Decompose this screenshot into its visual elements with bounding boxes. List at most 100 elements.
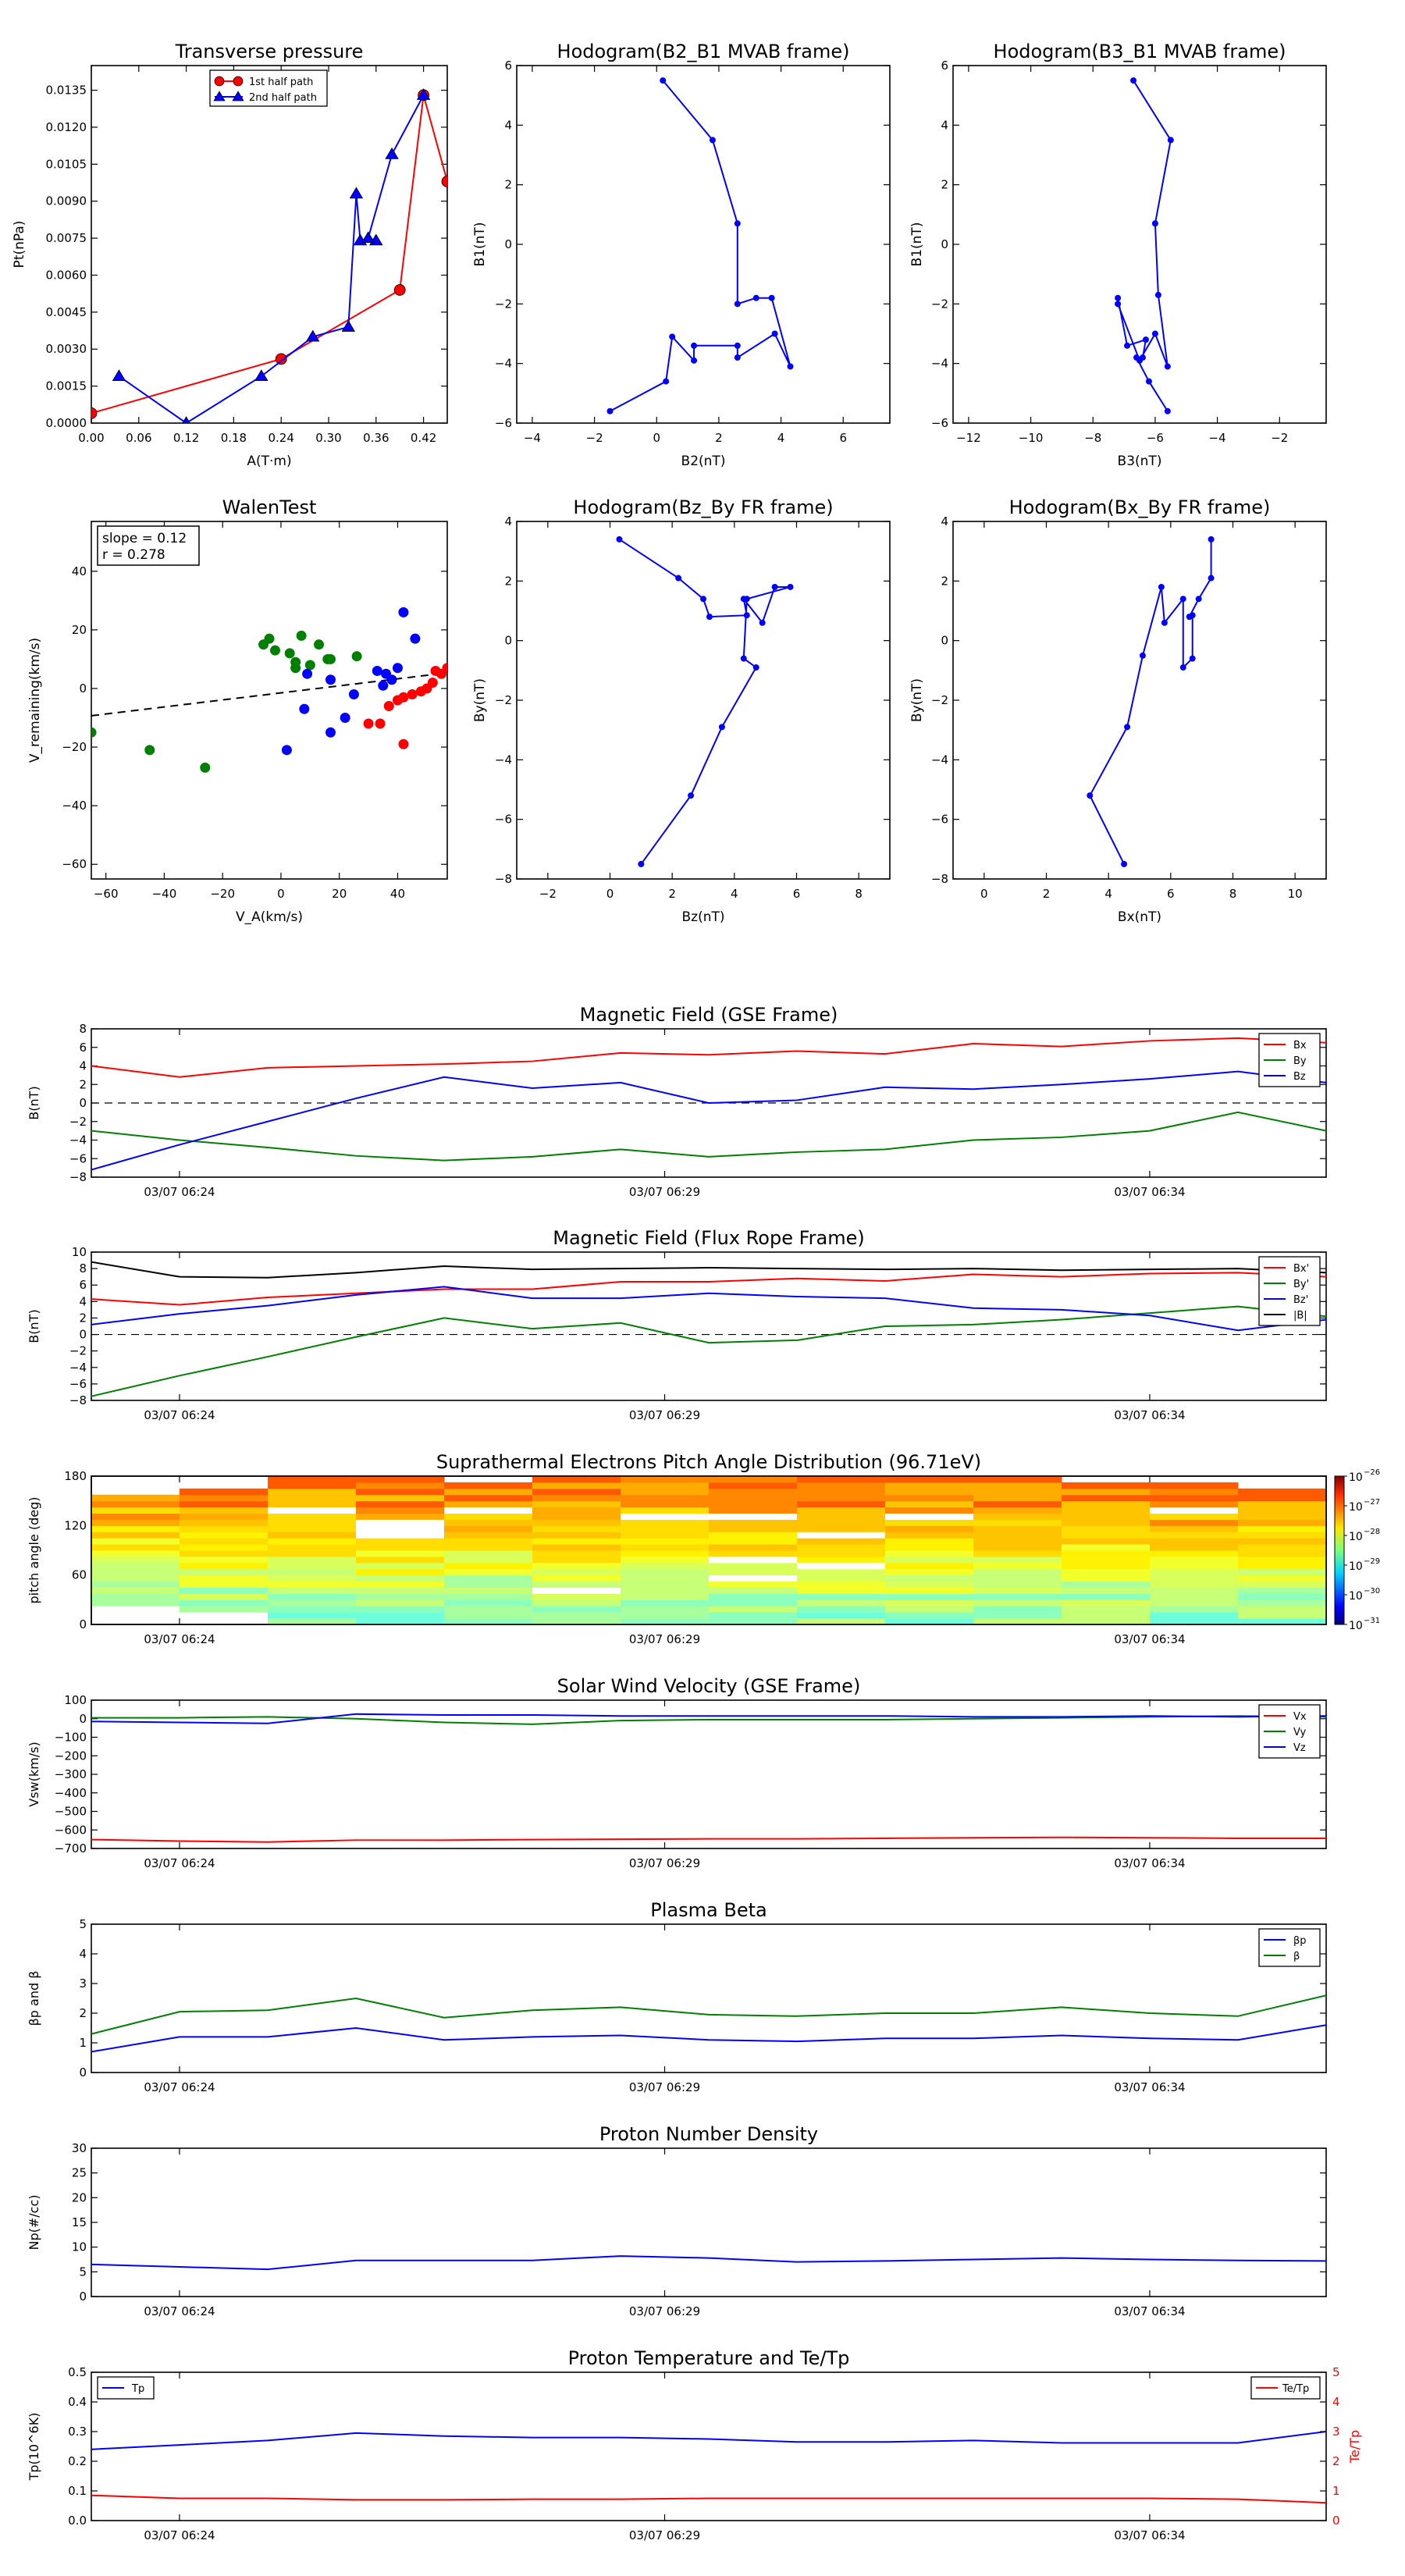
heatmap-cell (973, 1550, 1062, 1557)
heatmap-cell (797, 1581, 886, 1588)
heatmap-cell (180, 1544, 269, 1551)
y-tick-label-right: 3 (1332, 2425, 1340, 2439)
heatmap-cell (1150, 1612, 1239, 1619)
y-tick-label: 20 (72, 2190, 87, 2204)
heatmap-cell (444, 1532, 533, 1539)
data-point (302, 668, 313, 679)
data-point (787, 363, 794, 370)
heatmap-cell (1238, 1494, 1327, 1502)
x-tick-label: 0 (277, 887, 285, 901)
heatmap-cell (621, 1525, 710, 1532)
heatmap-cell (1062, 1593, 1151, 1600)
heatmap-cell (709, 1482, 798, 1489)
x-tick-label: 03/07 06:24 (144, 2528, 215, 2542)
y-tick-label-right: 4 (1332, 2395, 1340, 2409)
heatmap-cell (1150, 1562, 1239, 1570)
y-axis-label: B(nT) (27, 1309, 41, 1343)
y-tick-label: 3 (79, 1976, 87, 1991)
heatmap-cell (973, 1574, 1062, 1582)
heatmap-cell (268, 1606, 357, 1613)
heatmap-cell (709, 1519, 798, 1526)
y-tick-label: −6 (69, 1151, 87, 1165)
y-tick-label: −500 (55, 1805, 87, 1819)
series-line (91, 1836, 1326, 1843)
heatmap-cell (268, 1525, 357, 1532)
heatmap-cell (91, 1562, 180, 1570)
heatmap-cell (268, 1513, 357, 1520)
heatmap-cell (1238, 1599, 1327, 1606)
heatmap-cell (797, 1574, 886, 1582)
heatmap-cell (797, 1556, 886, 1564)
data-point (407, 688, 418, 699)
heatmap-cell (180, 1538, 269, 1545)
heatmap-cell (709, 1488, 798, 1496)
heatmap-cell (885, 1593, 974, 1600)
heatmap-cell (444, 1612, 533, 1619)
plot-area (1087, 535, 1215, 867)
heatmap-cell (1150, 1507, 1239, 1514)
legend-label: β (1293, 1951, 1300, 1962)
y-tick-label: −200 (55, 1749, 87, 1763)
heatmap-cell (91, 1494, 180, 1502)
heatmap-cell (268, 1519, 357, 1526)
heatmap-cell (1238, 1507, 1327, 1514)
heatmap-cell (444, 1593, 533, 1600)
y-tick-label: −20 (62, 740, 87, 754)
plot-area (91, 1261, 1326, 1397)
panel-1: Hodogram(B2_B1 MVAB frame) −4 −2 0 2 4 6 −6 −4 −2… (472, 41, 891, 469)
data-point (393, 284, 406, 296)
heatmap-cell (1238, 1550, 1327, 1557)
heatmap-cell (268, 1538, 357, 1545)
y-tick-label: −8 (69, 1170, 87, 1184)
x-tick-label: 03/07 06:29 (629, 1856, 700, 1870)
heatmap-cell (621, 1606, 710, 1613)
y-tick-label: −8 (69, 1393, 87, 1407)
data-point (383, 701, 394, 712)
heatmap-cell (1238, 1593, 1327, 1600)
data-point (752, 294, 759, 301)
data-point (675, 575, 682, 582)
heatmap-cell (356, 1568, 445, 1576)
y-tick-label: 10 (72, 1245, 87, 1259)
heatmap-cell (973, 1488, 1062, 1496)
series-line (91, 1286, 1326, 1332)
heatmap-cell (797, 1612, 886, 1619)
data-point (290, 656, 301, 667)
heatmap-cell (1062, 1538, 1151, 1545)
y-tick-label: 6 (941, 59, 948, 73)
heatmap-cell (885, 1482, 974, 1489)
x-tick-label: 03/07 06:34 (1114, 2080, 1185, 2094)
heatmap-cell (797, 1525, 886, 1532)
heatmap-cell (1062, 1599, 1151, 1606)
y-tick-label: 6 (79, 1278, 87, 1292)
heatmap-cell (621, 1612, 710, 1619)
heatmap-cell (91, 1532, 180, 1539)
data-point (740, 655, 747, 662)
heatmap-cell (532, 1482, 621, 1489)
y-tick-label: −4 (495, 753, 512, 767)
heatmap-cell (973, 1519, 1062, 1526)
data-point (616, 535, 623, 543)
data-point (314, 639, 325, 650)
y-tick-label: 0 (941, 634, 948, 648)
data-point (351, 651, 362, 662)
y-tick-label: 0.2 (68, 2454, 87, 2468)
y-tick-label: 0 (79, 1712, 87, 1726)
data-point (1139, 354, 1146, 361)
data-point (264, 633, 275, 644)
heatmap-cell (885, 1574, 974, 1582)
heatmap-cell (356, 1544, 445, 1551)
x-tick-label: 03/07 06:24 (144, 1856, 215, 1870)
y-axis-label: B(nT) (27, 1086, 41, 1119)
heatmap-cell (1062, 1612, 1151, 1619)
heatmap-cell (180, 1599, 269, 1606)
heatmap-cell (885, 1599, 974, 1606)
heatmap-cell (973, 1500, 1062, 1508)
data-point (787, 583, 794, 590)
y-tick-label: −4 (495, 357, 512, 371)
heatmap-cell (91, 1593, 180, 1600)
heatmap-cell (621, 1581, 710, 1588)
heatmap-cell (1150, 1568, 1239, 1576)
legend-label: 1st half path (249, 76, 313, 88)
data-point (348, 688, 359, 699)
